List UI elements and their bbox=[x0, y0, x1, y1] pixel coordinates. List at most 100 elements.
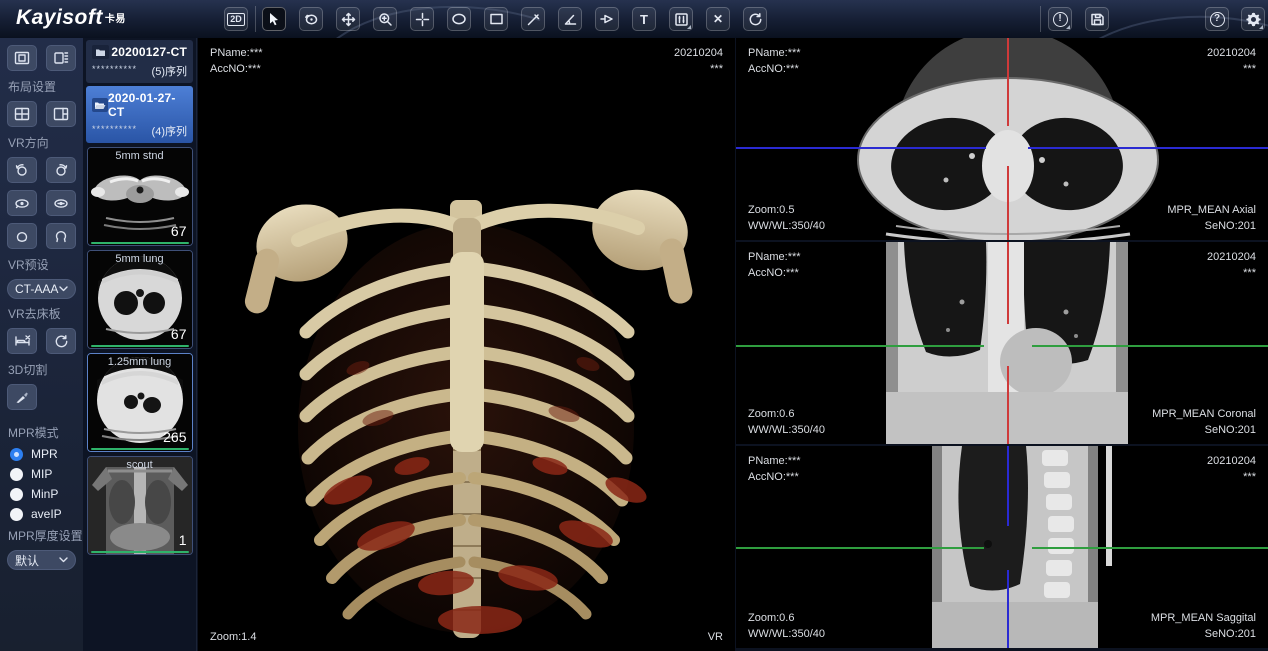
crosshair-horizontal-blue[interactable] bbox=[1028, 147, 1268, 149]
mpr-sagittal-viewport[interactable]: PName:*** AccNO:*** 20210204 *** Zoom:0.… bbox=[736, 446, 1268, 648]
bed-remove-icon bbox=[14, 334, 31, 348]
thumbnail-image-scout bbox=[88, 457, 192, 554]
series-thumbnail-2[interactable]: 5mm lung 67 bbox=[87, 250, 193, 349]
pointer-tool-button[interactable] bbox=[262, 7, 286, 31]
study-item-2-selected[interactable]: 2020-01-27-CT ********** (4)序列 bbox=[86, 86, 193, 143]
help-button[interactable]: ? bbox=[1205, 7, 1229, 31]
head-rotate-down-icon bbox=[53, 229, 69, 244]
layout-custom-button[interactable] bbox=[46, 45, 76, 71]
mpr-study-overlay: 20210204 *** bbox=[1207, 249, 1256, 281]
vr-head-down-button[interactable] bbox=[46, 223, 76, 249]
study-item-1[interactable]: 20200127-CT ********** (5)序列 bbox=[86, 40, 193, 83]
crosshair-vertical-red[interactable] bbox=[1007, 38, 1009, 126]
thumbnail-title: 5mm lung bbox=[88, 253, 192, 265]
mpr-axial-viewport[interactable]: PName:*** AccNO:*** 20210204 *** Zoom:0.… bbox=[736, 38, 1268, 240]
series-thumbnail-4[interactable]: scout 1 bbox=[87, 456, 193, 555]
mpr-mode-section-label: MPR模式 bbox=[8, 424, 75, 441]
zoom-tool-button[interactable] bbox=[373, 7, 397, 31]
mpr-zoom-overlay: Zoom:0.6 WW/WL:350/40 bbox=[748, 610, 825, 642]
head-rotate-up-icon bbox=[14, 229, 30, 244]
radio-icon bbox=[10, 488, 23, 501]
crosshair-horizontal-blue[interactable] bbox=[736, 147, 986, 149]
text-tool-icon: T bbox=[640, 13, 648, 26]
zoom-in-icon bbox=[378, 12, 393, 27]
pointer-icon bbox=[267, 12, 281, 26]
series-count: (5)序列 bbox=[152, 63, 187, 79]
crosshair-horizontal-green[interactable] bbox=[1032, 345, 1268, 347]
series-thumbnail-3[interactable]: 1.25mm lung 265 bbox=[87, 353, 193, 452]
3d-cut-button[interactable] bbox=[7, 384, 37, 410]
grid-2x2-icon bbox=[14, 107, 30, 121]
crosshair-horizontal-green[interactable] bbox=[736, 345, 984, 347]
remove-bed-button[interactable] bbox=[7, 328, 37, 354]
vr-back-view-button[interactable] bbox=[46, 190, 76, 216]
restore-bed-button[interactable] bbox=[46, 328, 76, 354]
settings-button[interactable] bbox=[1241, 7, 1265, 31]
vr-rotate-left-button[interactable] bbox=[7, 157, 37, 183]
mpr-coronal-viewport[interactable]: PName:*** AccNO:*** 20210204 *** Zoom:0.… bbox=[736, 242, 1268, 444]
load-progress-bar bbox=[91, 242, 189, 244]
mpr-mode-radio-minp[interactable]: MinP bbox=[10, 487, 76, 501]
vr-head-up-button[interactable] bbox=[7, 223, 37, 249]
mpr-thickness-select[interactable]: 默认 bbox=[7, 550, 76, 570]
brand-text: Kayisoft bbox=[16, 6, 103, 29]
crosshair-vertical-blue[interactable] bbox=[1007, 446, 1009, 526]
vr-front-view-button[interactable] bbox=[7, 190, 37, 216]
series-thumbnail-1[interactable]: 5mm stnd 67 bbox=[87, 147, 193, 246]
folder-open-icon bbox=[92, 98, 108, 112]
crosshair-vertical-blue[interactable] bbox=[1007, 570, 1009, 648]
window-preset-button[interactable] bbox=[669, 7, 693, 31]
reset-view-button[interactable] bbox=[743, 7, 767, 31]
text-annotation-button[interactable]: T bbox=[632, 7, 656, 31]
vr-viewport[interactable]: PName:*** AccNO:*** 20210204 *** Zoom:1.… bbox=[198, 38, 735, 651]
pan-tool-button[interactable] bbox=[336, 7, 360, 31]
knife-icon bbox=[14, 390, 30, 405]
series-count: (4)序列 bbox=[152, 123, 187, 139]
cut-section-label: 3D切割 bbox=[8, 361, 75, 378]
window-preset-icon bbox=[674, 12, 689, 27]
delete-annotation-button[interactable]: ✕ bbox=[706, 7, 730, 31]
cobb-angle-tool-button[interactable] bbox=[595, 7, 619, 31]
crosshair-vertical-red[interactable] bbox=[1007, 242, 1009, 324]
mpr-mode-radio-mip[interactable]: MIP bbox=[10, 467, 76, 481]
vr-preset-select[interactable]: CT-AAA bbox=[7, 279, 76, 299]
mpr-mode-radio-mpr[interactable]: MPR bbox=[10, 447, 76, 461]
mpr-study-overlay: 20210204 *** bbox=[1207, 453, 1256, 485]
layout-1-plus-side-button[interactable] bbox=[46, 101, 76, 127]
crosshair-vertical-red[interactable] bbox=[1007, 166, 1009, 240]
save-image-button[interactable] bbox=[1085, 7, 1109, 31]
mpr-patient-overlay: PName:*** AccNO:*** bbox=[748, 45, 801, 77]
crosshair-vertical-red[interactable] bbox=[1007, 366, 1009, 444]
measure-length-tool-button[interactable] bbox=[521, 7, 545, 31]
vr-study-overlay: 20210204 *** bbox=[674, 45, 723, 77]
mpr-thickness-section-label: MPR厚度设置 bbox=[8, 527, 75, 544]
mpr-mode-radio-aveip[interactable]: aveIP bbox=[10, 507, 76, 521]
rotate-3d-icon bbox=[304, 12, 319, 27]
window-level-tool-button[interactable] bbox=[410, 7, 434, 31]
mpr-patient-overlay: PName:*** AccNO:*** bbox=[748, 249, 801, 281]
left-sidebar: 布局设置 VR方向 bbox=[0, 38, 83, 651]
2d-icon: 2D bbox=[227, 13, 245, 26]
eye-back-icon bbox=[53, 196, 69, 211]
crosshair-horizontal-green[interactable] bbox=[736, 547, 984, 549]
info-icon: ! bbox=[1053, 12, 1068, 27]
layout-grid-2x2-button[interactable] bbox=[7, 101, 37, 127]
mpr-series-overlay: MPR_MEAN Saggital SeNO:201 bbox=[1151, 610, 1256, 642]
chevron-down-icon bbox=[59, 557, 68, 563]
angle-tool-button[interactable] bbox=[558, 7, 582, 31]
rectangle-roi-tool-button[interactable] bbox=[484, 7, 508, 31]
vr-ribcage-rendering bbox=[198, 38, 735, 651]
ellipse-roi-tool-button[interactable] bbox=[447, 7, 471, 31]
rotate-3d-tool-button[interactable] bbox=[299, 7, 323, 31]
app-window: Kayisoft卡易 2D bbox=[0, 0, 1268, 651]
thumbnail-title: 5mm stnd bbox=[88, 150, 192, 162]
vr-rotate-right-button[interactable] bbox=[46, 157, 76, 183]
series-info-button[interactable]: ! bbox=[1048, 7, 1072, 31]
2d-view-button[interactable]: 2D bbox=[224, 7, 248, 31]
eye-front-icon bbox=[14, 196, 30, 211]
top-toolbar: Kayisoft卡易 2D bbox=[0, 0, 1268, 38]
crosshair-horizontal-green[interactable] bbox=[1032, 547, 1268, 549]
layout-current-button[interactable] bbox=[7, 45, 37, 71]
load-progress-bar bbox=[91, 551, 189, 553]
vr-bed-section-label: VR去床板 bbox=[8, 305, 75, 322]
